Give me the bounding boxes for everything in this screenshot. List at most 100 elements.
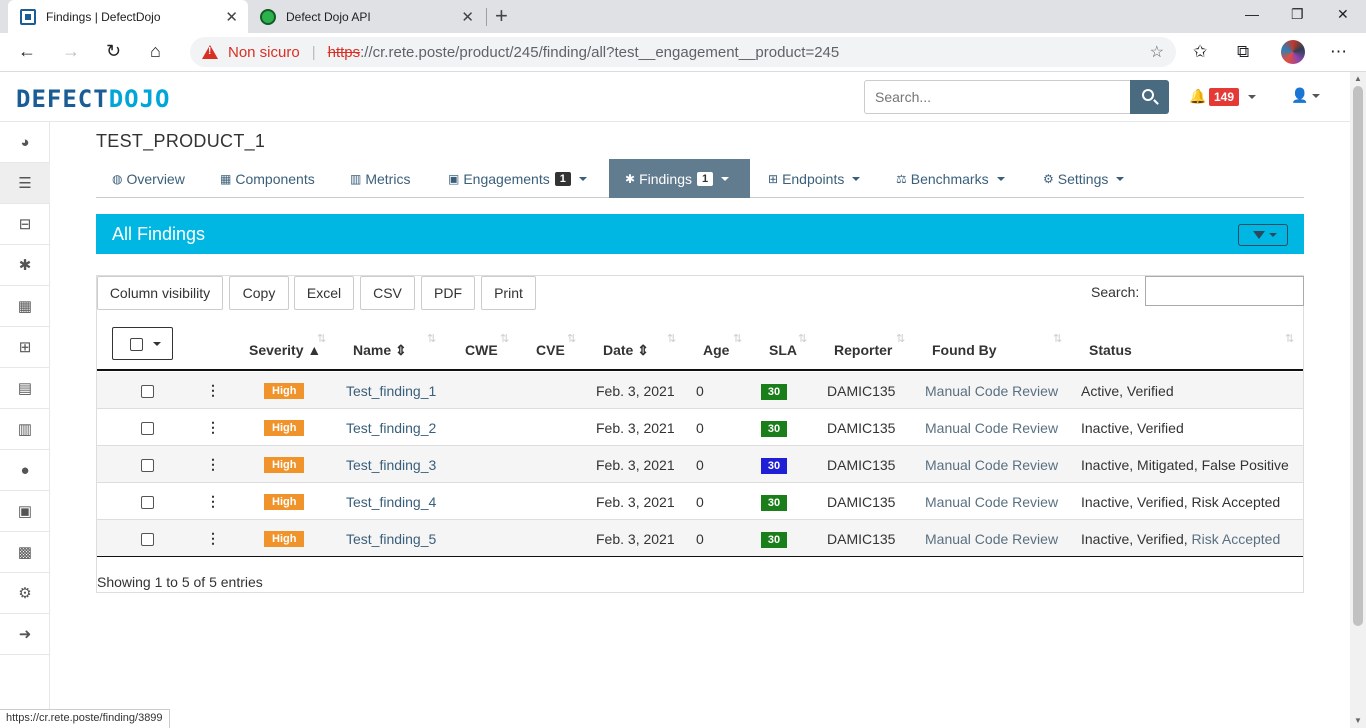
browser-tab-api[interactable]: Defect Dojo API ✕	[248, 0, 484, 33]
tab-settings[interactable]: ⚙ Settings	[1027, 159, 1140, 198]
finding-name-link[interactable]: Test_finding_1	[346, 383, 436, 399]
found-by-link[interactable]: Manual Code Review	[925, 383, 1058, 399]
csv-button[interactable]: CSV	[360, 276, 415, 310]
add-favorite-icon[interactable]: ☆	[1150, 42, 1164, 62]
home-icon[interactable]: ⌂	[150, 41, 161, 62]
tab-overview[interactable]: ◍ Overview	[96, 159, 201, 198]
finding-name-link[interactable]: Test_finding_4	[346, 494, 436, 510]
sidebar-item-system[interactable]: ▩	[0, 532, 50, 573]
notifications-dropdown-caret-icon[interactable]	[1248, 95, 1256, 99]
more-menu-icon[interactable]: ⋯	[1330, 42, 1347, 62]
filter-dropdown-button[interactable]	[1238, 224, 1288, 246]
row-checkbox[interactable]	[141, 422, 154, 435]
omnibox-separator: |	[311, 43, 316, 61]
finding-name-link[interactable]: Test_finding_3	[346, 457, 436, 473]
column-visibility-button[interactable]: Column visibility	[97, 276, 223, 310]
minimize-icon[interactable]: —	[1245, 6, 1259, 22]
finding-name-link[interactable]: Test_finding_2	[346, 420, 436, 436]
defectdojo-logo[interactable]: DEFECTDOJO	[16, 85, 171, 113]
profile-avatar[interactable]	[1281, 40, 1305, 64]
findings-table-panel: Column visibility Copy Excel CSV PDF Pri…	[96, 275, 1304, 593]
row-checkbox[interactable]	[141, 459, 154, 472]
tab-engagements[interactable]: ▣ Engagements 1	[432, 159, 603, 198]
maximize-icon[interactable]: ❐	[1291, 6, 1304, 23]
browser-tab-findings[interactable]: Findings | DefectDojo ✕	[8, 0, 248, 33]
excel-button[interactable]: Excel	[294, 276, 354, 310]
sidebar-item-expand[interactable]: ➜	[0, 614, 50, 655]
row-actions-menu-icon[interactable]: ⋮	[206, 382, 220, 399]
chevron-down-icon	[721, 176, 730, 181]
copy-button[interactable]: Copy	[229, 276, 289, 310]
scroll-down-icon[interactable]: ▼	[1354, 716, 1362, 725]
sidebar-item-products[interactable]: ☰	[0, 163, 50, 204]
column-header-sla[interactable]: SLA	[769, 342, 797, 358]
inbox-icon: ⊟	[18, 216, 32, 233]
global-search-input[interactable]	[864, 80, 1130, 114]
favorites-icon[interactable]: ✩	[1193, 42, 1207, 62]
tab-endpoints[interactable]: ⊞ Endpoints	[752, 159, 876, 198]
refresh-icon[interactable]: ↻	[106, 41, 121, 62]
finding-date: Feb. 3, 2021	[596, 494, 675, 510]
forward-icon[interactable]: →	[62, 41, 80, 62]
column-header-cwe[interactable]: CWE	[465, 342, 498, 358]
tab-metrics[interactable]: ▥ Metrics	[334, 159, 426, 198]
close-window-icon[interactable]: ✕	[1337, 6, 1349, 23]
search-button[interactable]	[1130, 80, 1169, 114]
tab-components[interactable]: ▦ Components	[204, 159, 331, 198]
column-header-found-by[interactable]: Found By	[932, 342, 997, 358]
page-scrollbar[interactable]: ▲ ▼	[1350, 72, 1366, 728]
row-checkbox[interactable]	[141, 496, 154, 509]
collections-icon[interactable]: ⧉	[1237, 42, 1249, 62]
found-by-link[interactable]: Manual Code Review	[925, 457, 1058, 473]
row-actions-menu-icon[interactable]: ⋮	[206, 456, 220, 473]
found-by-link[interactable]: Manual Code Review	[925, 494, 1058, 510]
table-search-input[interactable]	[1145, 276, 1304, 306]
column-header-age[interactable]: Age	[703, 342, 729, 358]
select-all-checkbox[interactable]	[130, 338, 143, 351]
severity-badge: High	[264, 494, 305, 510]
row-checkbox[interactable]	[141, 533, 154, 546]
sidebar-item-calendar[interactable]: ▣	[0, 491, 50, 532]
pdf-button[interactable]: PDF	[421, 276, 475, 310]
sidebar-item-components[interactable]: ▦	[0, 286, 50, 327]
row-actions-menu-icon[interactable]: ⋮	[206, 493, 220, 510]
back-icon[interactable]: ←	[18, 41, 36, 62]
column-header-cve[interactable]: CVE	[536, 342, 565, 358]
sidebar-item-configuration[interactable]: ⚙	[0, 573, 50, 614]
column-header-date[interactable]: Date ⇕	[603, 342, 649, 359]
scroll-up-icon[interactable]: ▲	[1354, 74, 1362, 83]
scrollbar-thumb[interactable]	[1353, 86, 1363, 626]
file-icon: ▤	[17, 380, 33, 397]
new-tab-icon[interactable]: +	[495, 3, 508, 29]
column-header-reporter[interactable]: Reporter	[834, 342, 892, 358]
chevron-down-icon	[852, 176, 861, 181]
tab-findings[interactable]: ✱ Findings 1	[609, 159, 750, 198]
tab-benchmarks[interactable]: ⚖ Benchmarks	[880, 159, 1021, 198]
sidebar-item-findings[interactable]: ✱	[0, 245, 50, 286]
print-button[interactable]: Print	[481, 276, 536, 310]
sidebar-item-reports[interactable]: ▤	[0, 368, 50, 409]
bulk-select-button[interactable]	[112, 327, 173, 360]
balance-scale-icon: ⚖	[896, 171, 907, 186]
bell-icon[interactable]: 🔔	[1189, 88, 1206, 105]
sidebar-item-users[interactable]: ●	[0, 450, 50, 491]
sidebar-item-dashboard[interactable]: ◕	[0, 122, 50, 163]
user-menu[interactable]: 👤	[1291, 87, 1321, 104]
sidebar-item-endpoints[interactable]: ⊞	[0, 327, 50, 368]
row-actions-menu-icon[interactable]: ⋮	[206, 419, 220, 436]
column-header-status[interactable]: Status	[1089, 342, 1132, 358]
url-bar[interactable]: Non sicuro | https ://cr.rete.poste/prod…	[190, 37, 1176, 67]
column-header-name[interactable]: Name ⇕	[353, 342, 407, 359]
sidebar-item-engagements[interactable]: ⊟	[0, 204, 50, 245]
risk-acceptance-link[interactable]: Risk Accepted	[1192, 531, 1281, 547]
row-checkbox[interactable]	[141, 385, 154, 398]
row-actions-menu-icon[interactable]: ⋮	[206, 530, 220, 547]
notifications-badge[interactable]: 149	[1209, 88, 1240, 106]
sidebar-item-metrics[interactable]: ▥	[0, 409, 50, 450]
close-tab-icon[interactable]: ✕	[225, 8, 238, 26]
close-tab-icon[interactable]: ✕	[461, 8, 474, 26]
found-by-link[interactable]: Manual Code Review	[925, 420, 1058, 436]
found-by-link[interactable]: Manual Code Review	[925, 531, 1058, 547]
finding-name-link[interactable]: Test_finding_5	[346, 531, 436, 547]
column-header-severity[interactable]: Severity ▲	[249, 342, 321, 358]
